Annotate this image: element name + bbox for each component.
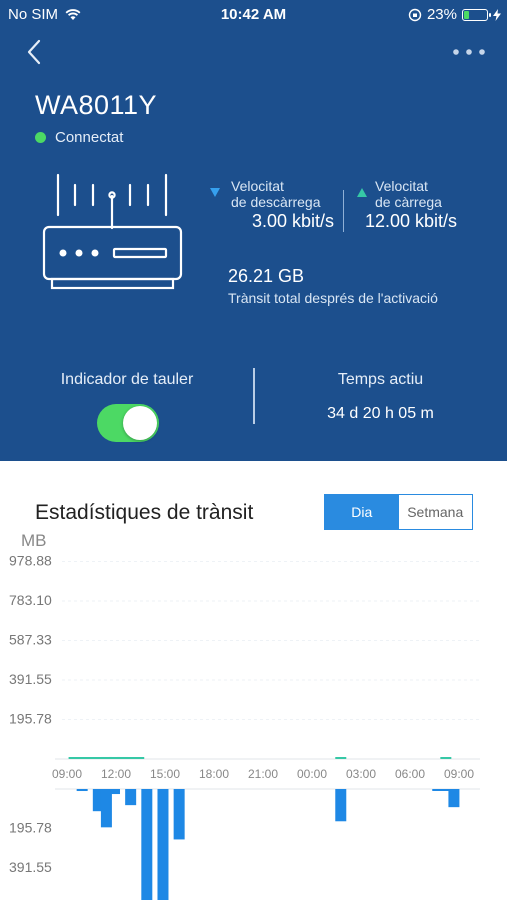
device-header: No SIM 10:42 AM 23% WA8011Y Connectat Ve… <box>0 0 507 461</box>
y-tick-label: 391.55 <box>9 859 52 875</box>
download-speed: Velocitat de descàrrega 3.00 kbit/s <box>210 178 334 231</box>
orientation-lock-icon <box>408 8 422 21</box>
battery-icon <box>462 8 491 21</box>
x-tick-label: 09:00 <box>444 767 474 781</box>
download-bar <box>76 789 88 792</box>
download-bar <box>335 789 347 822</box>
battery-percent: 23% <box>426 6 457 23</box>
traffic-chart: MB 978.88 783.10 587.33 391.55 195.78 195.78 39… <box>9 531 480 900</box>
period-segmented-control: Dia Setmana <box>324 494 473 530</box>
back-chevron-icon[interactable] <box>22 38 50 66</box>
y-tick-label: 195.78 <box>9 820 52 836</box>
y-tick-label: 587.33 <box>9 632 52 648</box>
speed-divider <box>343 190 344 232</box>
connection-status: Connectat <box>35 129 123 146</box>
more-options-icon[interactable] <box>451 42 487 62</box>
total-traffic-value: 26.21 GB <box>228 266 305 286</box>
download-bar <box>173 789 185 840</box>
download-bar <box>141 789 153 900</box>
router-icon <box>42 173 183 290</box>
x-tick-label: 12:00 <box>101 767 131 781</box>
y-tick-label: 978.88 <box>9 553 52 569</box>
upload-speed-value: 12.00 kbit/s <box>364 211 457 231</box>
online-dot-icon <box>35 132 46 143</box>
indicator-toggle[interactable] <box>97 404 159 442</box>
upload-speed: Velocitat de càrrega 12.00 kbit/s <box>357 178 457 231</box>
download-label-1: Velocitat <box>231 178 284 194</box>
download-speed-value: 3.00 kbit/s <box>251 211 334 231</box>
x-tick-label: 09:00 <box>52 767 82 781</box>
upload-bar <box>335 757 347 759</box>
upload-bar <box>440 757 452 759</box>
upload-label-1: Velocitat <box>375 178 428 194</box>
download-label-2: de descàrrega <box>231 194 321 210</box>
x-tick-label: 03:00 <box>346 767 376 781</box>
upload-label-2: de càrrega <box>375 194 442 210</box>
download-bar <box>100 789 112 828</box>
x-tick-label: 18:00 <box>199 767 229 781</box>
download-bar <box>448 789 460 808</box>
x-tick-label: 06:00 <box>395 767 425 781</box>
uptime-label: Temps actiu <box>337 371 424 388</box>
download-bar <box>157 789 169 900</box>
y-tick-label: 783.10 <box>9 592 52 608</box>
download-bar <box>125 789 137 806</box>
indicator-label: Indicador de tauler <box>60 371 194 388</box>
upload-bar <box>133 757 145 759</box>
tab-week[interactable]: Setmana <box>398 495 472 529</box>
charging-bolt-icon <box>493 8 501 21</box>
total-traffic-label: Trànsit total després de l'activació <box>228 290 438 306</box>
x-tick-label: 15:00 <box>150 767 180 781</box>
download-bar <box>108 789 120 795</box>
x-tick-label: 00:00 <box>297 767 327 781</box>
tab-day[interactable]: Dia <box>325 495 399 529</box>
device-name: WA8011Y <box>35 90 158 120</box>
y-tick-label: 195.78 <box>9 711 52 727</box>
connection-status-label: Connectat <box>55 129 124 146</box>
uptime-value: 34 d 20 h 05 m <box>327 405 434 422</box>
status-bar: No SIM 10:42 AM 23% <box>0 0 507 28</box>
y-tick-label: 391.55 <box>9 671 52 687</box>
y-axis-unit-label: MB <box>21 531 47 550</box>
toggle-knob <box>123 406 157 440</box>
traffic-stats-title: Estadístiques de trànsit <box>35 501 254 524</box>
x-tick-label: 21:00 <box>248 767 278 781</box>
